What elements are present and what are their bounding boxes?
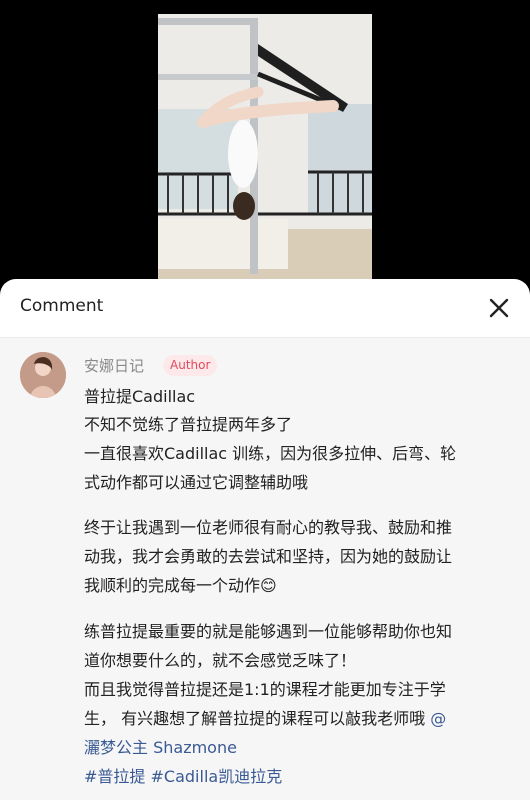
comment-line: 而且我觉得普拉提还是1:1的课程才能更加专注于学 [84,680,446,699]
close-icon [489,298,509,318]
comment-sheet: Comment 安娜日记 Author 普拉提Cadillac 不知不觉练了普拉… [0,279,530,800]
comment-line: 终于让我遇到一位老师很有耐心的教导我、鼓励和推 [84,518,453,537]
comment-line: 式动作都可以通过它调整辅助哦 [84,473,309,492]
author-badge: Author [163,355,218,376]
sheet-header: Comment [0,279,530,338]
comment-line: 普拉提Cadillac [84,387,196,406]
comment-item: 安娜日记 Author 普拉提Cadillac 不知不觉练了普拉提两年多了 一直… [0,338,530,800]
comment-line-with-mention: 生， 有兴趣想了解普拉提的课程可以敲我老师哦 @ [84,706,514,732]
comment-line-text: 生， 有兴趣想了解普拉提的课程可以敲我老师哦 [84,709,426,728]
comment-line: 动我，我才会勇敢的去尝试和坚持，因为她的鼓励让 [84,547,453,566]
avatar[interactable] [20,352,66,398]
comment-line: 不知不觉练了普拉提两年多了 [84,415,293,434]
avatar-image [20,352,66,398]
sheet-title: Comment [20,296,104,316]
hashtag-link[interactable]: #Cadilla凯迪拉克 [151,767,283,786]
comment-username[interactable]: 安娜日记 [84,355,144,376]
hashtag-link[interactable]: #普拉提 [84,767,145,786]
hashtag-line: #普拉提 #Cadilla凯迪拉克 [84,764,514,790]
video-frame [158,14,372,279]
comment-line: 道你想要什么的，就不会感觉乏味了！ [84,651,357,670]
comment-line: 一直很喜欢Cadillac 训练，因为很多拉伸、后弯、轮 [84,444,457,463]
mention-link[interactable]: 灑梦公主 Shazmone [84,738,237,757]
close-button[interactable] [484,293,514,323]
comment-line: 灑梦公主 Shazmone [84,735,514,761]
mention-at-sign[interactable]: @ [430,709,446,728]
video-player[interactable] [0,0,530,300]
comment-line: 练普拉提最重要的就是能够遇到一位能够帮助你也知 [84,622,453,641]
pilates-photo [158,14,372,279]
comment-line-text: 我顺利的完成每一个动作 [84,576,261,595]
smile-emoji-icon: 😊 [260,576,277,595]
comment-line-with-emoji: 我顺利的完成每一个动作😊 [84,573,514,599]
